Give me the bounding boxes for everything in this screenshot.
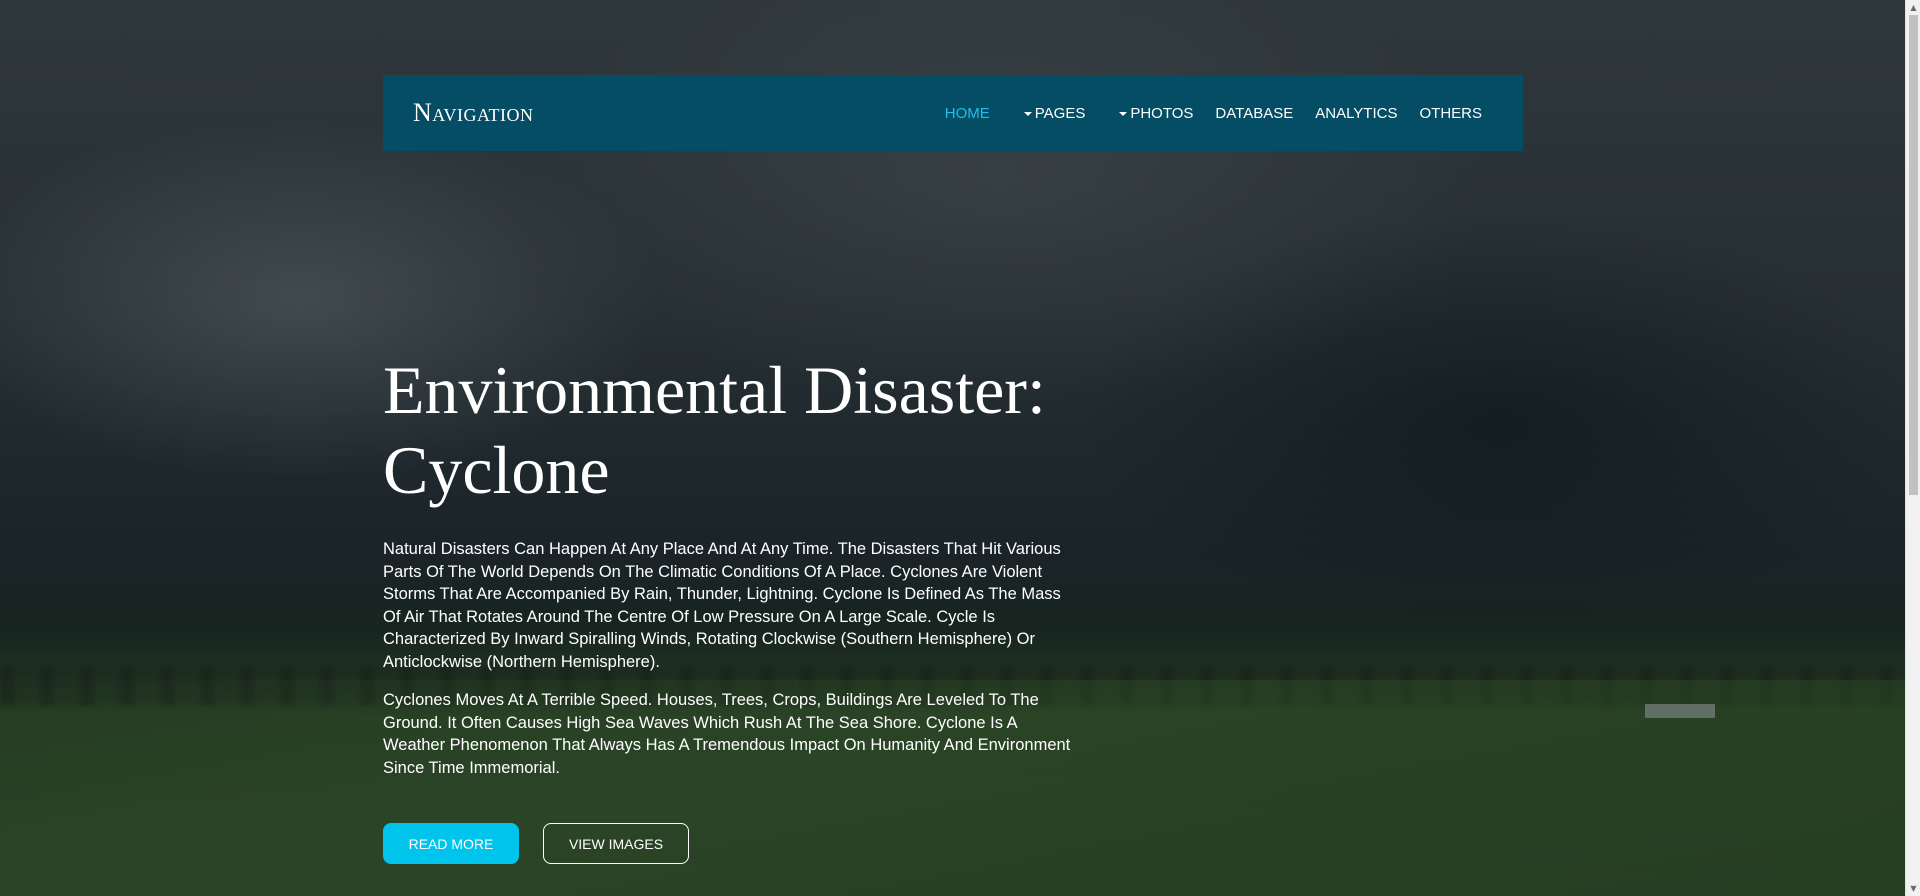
nav-item-photos[interactable]: PHOTOS [1108,105,1204,122]
view-images-button[interactable]: VIEW IMAGES [543,823,689,864]
hero-buttons: READ MORE VIEW IMAGES [383,823,689,864]
nav-item-label: OTHERS [1419,104,1482,122]
brand-logo[interactable]: Navigation [413,98,533,128]
read-more-button[interactable]: READ MORE [383,823,519,864]
hero-paragraph-2: Cyclones Moves At A Terrible Speed. Hous… [383,691,1071,777]
nav-item-pages[interactable]: PAGES [1013,105,1097,122]
navbar: Navigation HOME PAGES PHOTOS DATABASE AN… [383,75,1523,151]
nav-item-label: ANALYTICS [1315,104,1398,122]
nav-item-analytics[interactable]: ANALYTICS [1304,105,1408,122]
nav-item-label: DATABASE [1215,104,1294,122]
nav-menu: HOME PAGES PHOTOS DATABASE ANALYTICS OTH… [934,105,1493,122]
nav-item-label: HOME [944,104,990,122]
caret-down-icon [1119,112,1128,116]
nav-item-others[interactable]: OTHERS [1408,105,1493,122]
nav-item-home[interactable]: HOME [934,105,1001,122]
caret-down-icon [1023,112,1032,116]
nav-item-label: PAGES [1034,104,1086,122]
nav-item-label: PHOTOS [1130,104,1194,122]
scroll-down-arrow-icon[interactable]: ▼ [1906,881,1920,896]
scrollbar-thumb[interactable] [1909,15,1918,495]
hero-paragraph-1: Natural Disasters Can Happen At Any Plac… [383,540,1061,671]
scroll-up-arrow-icon[interactable]: ▲ [1906,0,1920,15]
vertical-scrollbar[interactable]: ▲ ▼ [1905,0,1920,896]
hero-title: Environmental Disaster: Cyclone [383,352,1046,508]
hero-section: Environmental Disaster: Cyclone Natural … [383,350,1073,795]
nav-item-database[interactable]: DATABASE [1204,105,1304,122]
